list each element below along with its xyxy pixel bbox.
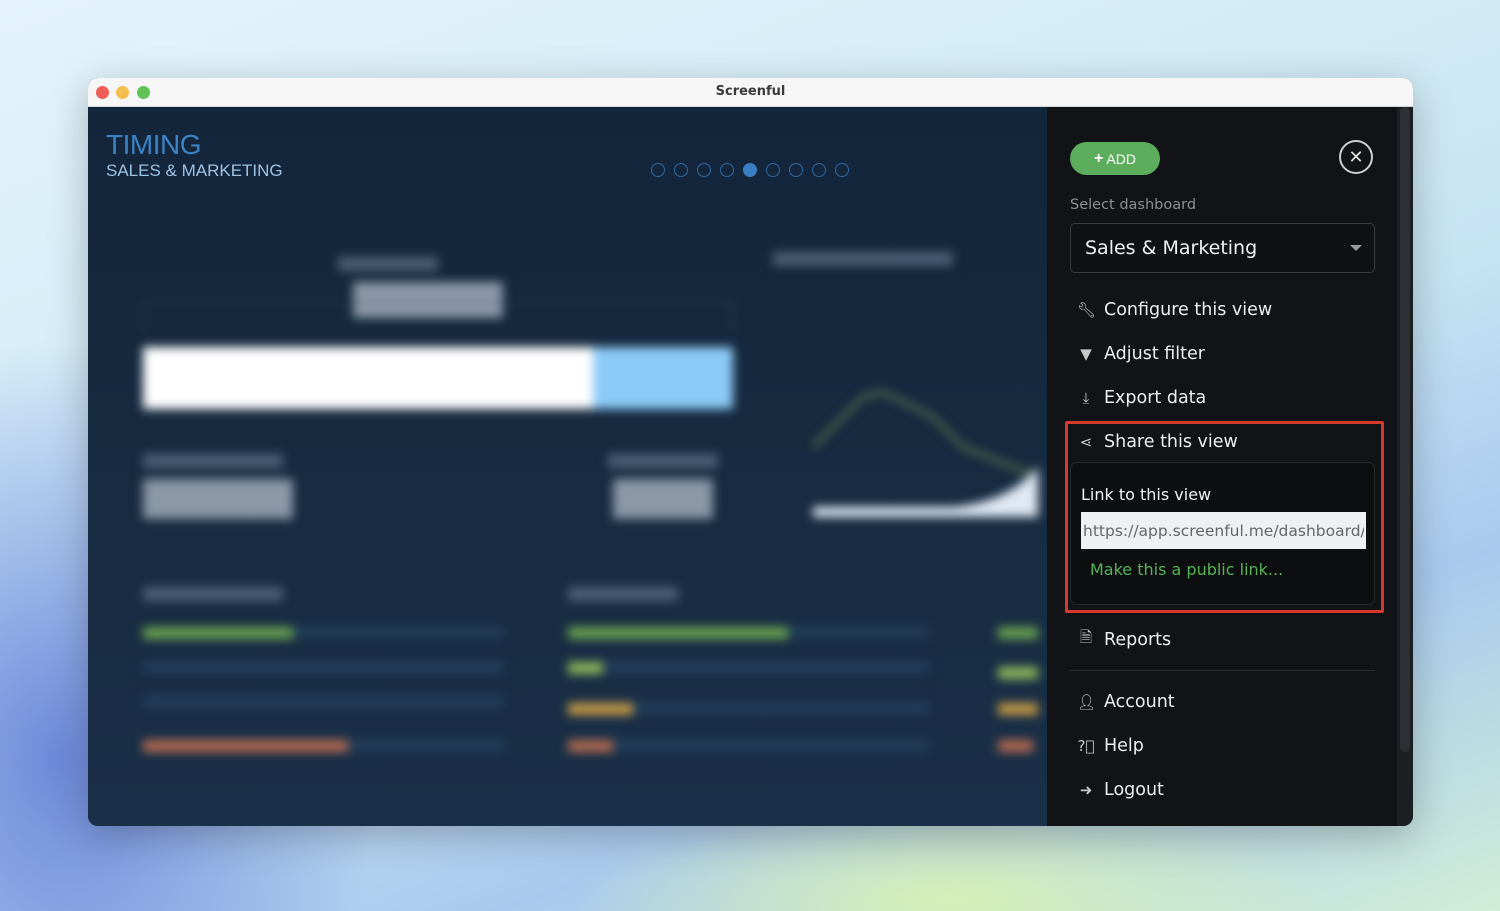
wrench-icon: 🔧︎: [1077, 301, 1097, 319]
menu-item-export-data[interactable]: ⤓ Export data: [1077, 388, 1207, 408]
close-icon: ✕: [1348, 146, 1364, 168]
menu-item-help[interactable]: ?⃝ Help: [1077, 736, 1144, 756]
app-window: Screenful TIMING SALES & MARKETING + ADD …: [88, 78, 1413, 826]
menu-item-reports[interactable]: 🗎︎ Reports: [1077, 627, 1171, 652]
download-icon: ⤓: [1082, 389, 1090, 407]
menu-item-adjust-filter[interactable]: ▼ Adjust filter: [1077, 344, 1205, 364]
scrollbar[interactable]: [1397, 107, 1413, 826]
question-circle-icon: ?⃝: [1077, 737, 1095, 755]
report-file-icon: 🗎︎: [1079, 628, 1093, 646]
menu-item-logout[interactable]: ➜ Logout: [1077, 780, 1164, 800]
plus-icon: +: [1094, 149, 1104, 167]
link-label: Link to this view: [1081, 485, 1212, 504]
window-title: Screenful: [715, 84, 786, 99]
menu-item-account[interactable]: 👤︎ Account: [1077, 692, 1175, 712]
sign-out-icon: ➜: [1079, 781, 1093, 799]
dashboard-view: TIMING SALES & MARKETING: [88, 107, 1047, 826]
menu-item-share-view[interactable]: ⋖ Share this view: [1077, 432, 1238, 452]
add-button[interactable]: + ADD: [1070, 142, 1160, 175]
select-dashboard-label: Select dashboard: [1070, 197, 1197, 213]
sidebar-menu: + ADD ✕ Select dashboard Sales & Marketin…: [1047, 107, 1397, 826]
scrollbar-thumb[interactable]: [1400, 107, 1410, 752]
menu-item-configure[interactable]: 🔧︎ Configure this view: [1077, 300, 1272, 320]
blurred-dashboard-content: [88, 107, 1047, 826]
dashboard-select[interactable]: Sales & Marketing: [1070, 223, 1375, 273]
filter-icon: ▼: [1080, 345, 1092, 363]
chevron-down-icon: [1350, 245, 1362, 251]
share-link-input[interactable]: [1081, 512, 1366, 549]
close-menu-button[interactable]: ✕: [1339, 140, 1373, 174]
share-icon: ⋖: [1079, 433, 1093, 451]
divider: [1070, 670, 1375, 671]
user-icon: 👤︎: [1077, 693, 1097, 711]
make-public-link[interactable]: Make this a public link...: [1090, 560, 1283, 579]
title-bar: Screenful: [88, 78, 1413, 107]
share-panel: Link to this view Make this a public lin…: [1070, 462, 1375, 605]
